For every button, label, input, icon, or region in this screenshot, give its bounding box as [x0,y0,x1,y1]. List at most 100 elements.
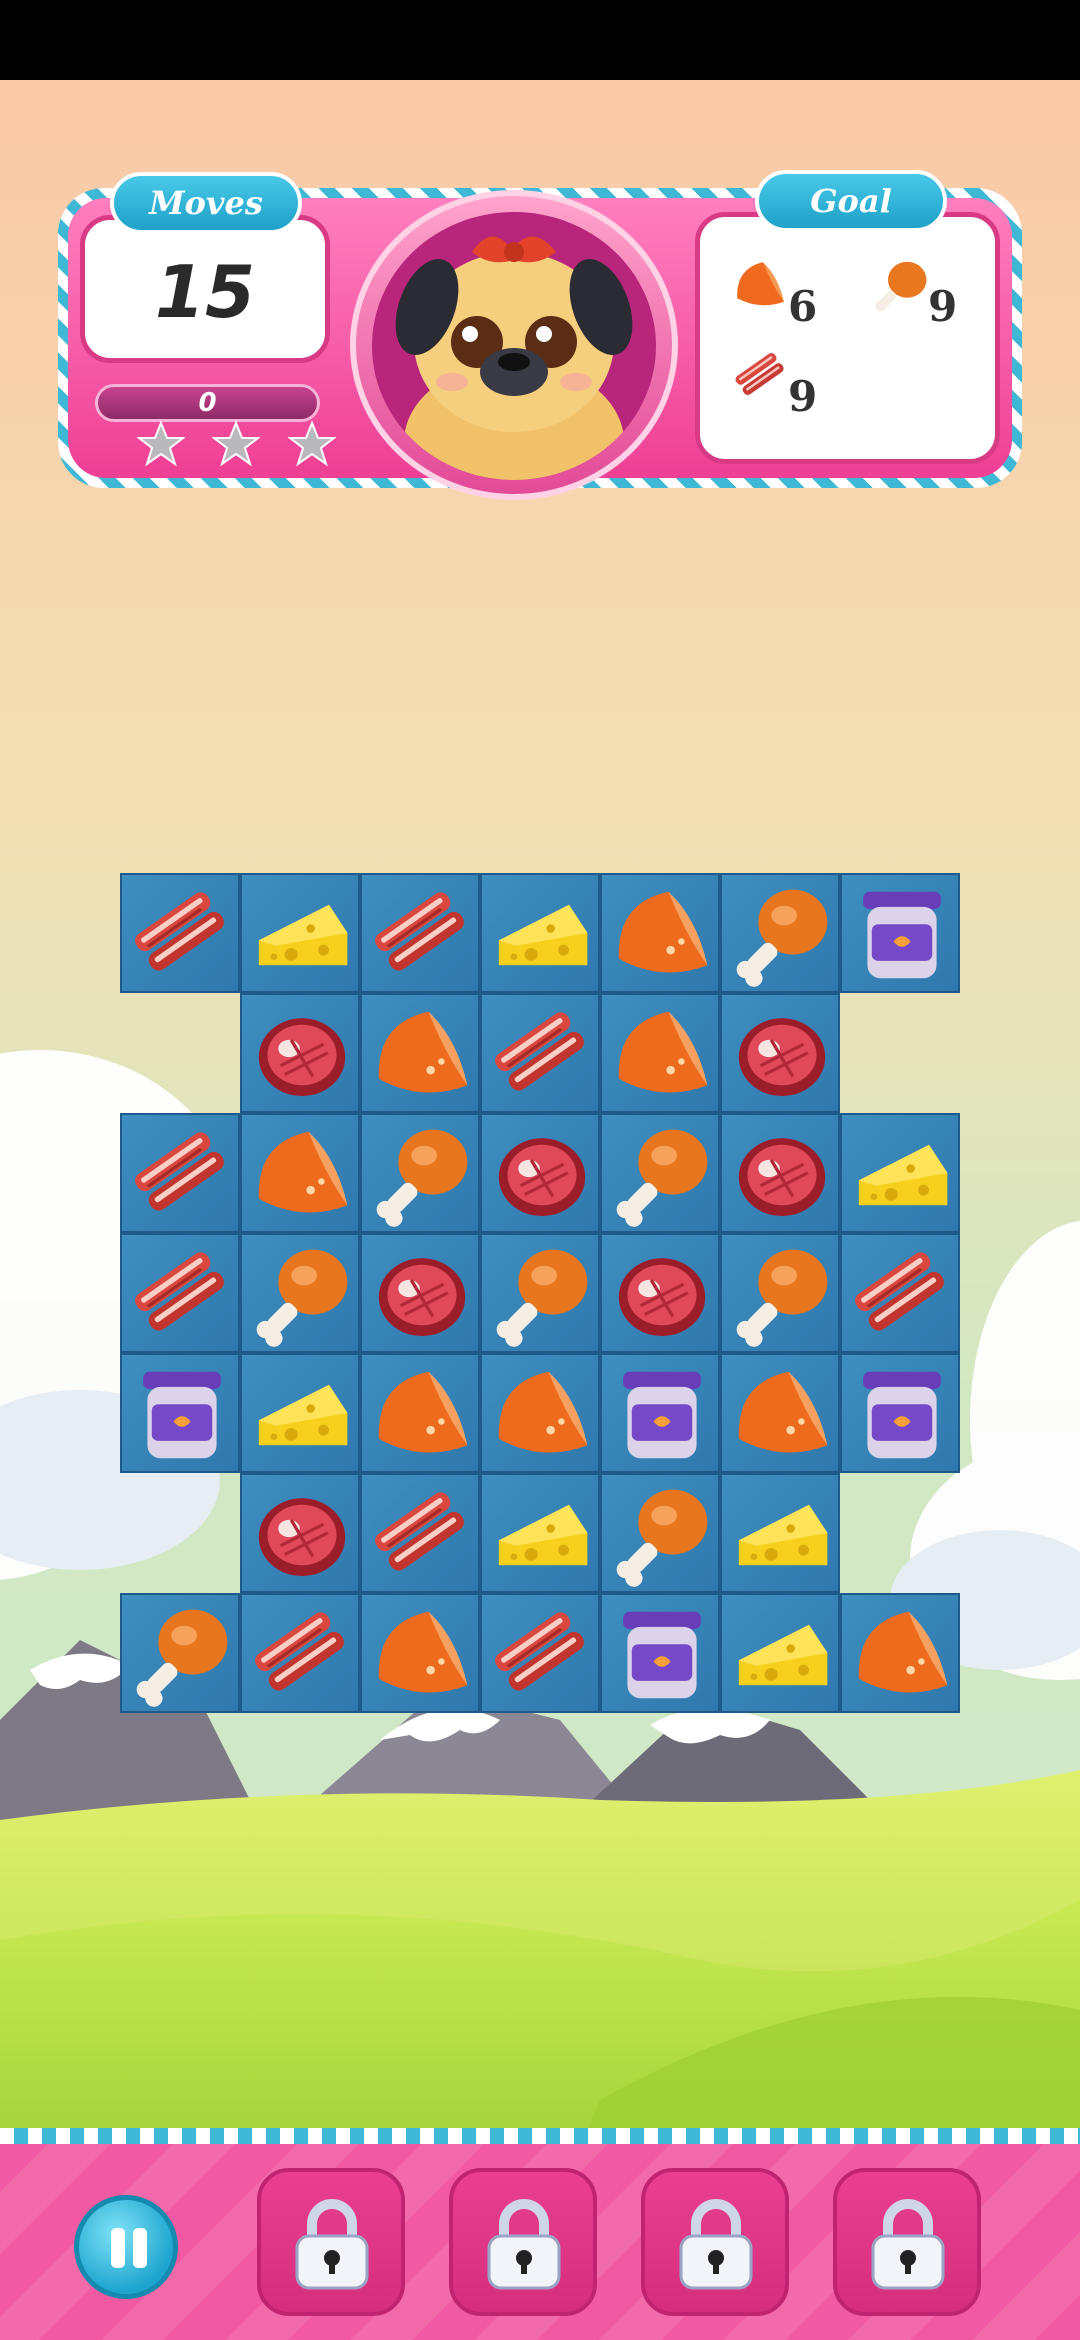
goal-chicken-leg-icon [875,261,927,312]
jar-icon [143,1371,221,1459]
board-cell[interactable] [480,1473,600,1593]
board-cell[interactable] [360,873,480,993]
board-cell[interactable] [480,1113,600,1233]
bacon-icon [855,1252,944,1331]
bacon-icon [495,1012,584,1091]
board-cell[interactable] [240,1233,360,1353]
star-2-icon [212,420,260,467]
board-cell[interactable] [600,1113,720,1233]
pause-icon [111,2228,125,2268]
jar-icon [863,891,941,979]
chicken-icon [136,1609,228,1707]
steak-icon [738,1018,826,1097]
board-cell[interactable] [720,1353,840,1473]
board-cell[interactable] [480,1353,600,1473]
bacon-icon [135,1252,224,1331]
steak-icon [258,1498,346,1577]
board-cell[interactable] [480,873,600,993]
booster-slot-2[interactable] [449,2168,597,2316]
pumpkin-icon [378,1011,468,1093]
board-cell[interactable] [720,1593,840,1713]
goal-bacon-icon [735,353,784,395]
board-cell[interactable] [120,873,240,993]
score-value: 0 [198,388,217,418]
goal-label: Goal [755,170,947,232]
cheese-icon [498,1504,588,1566]
chicken-icon [256,1249,348,1347]
pumpkin-icon [618,891,708,973]
chicken-icon [616,1129,708,1227]
goal-count-chicken-leg: 9 [928,282,958,331]
board-cell[interactable] [600,1233,720,1353]
cheese-icon [858,1144,948,1206]
board-cell[interactable] [840,1113,960,1233]
chicken-icon [736,889,828,987]
board-cell[interactable] [600,1593,720,1713]
moves-label: Moves [110,172,302,234]
pumpkin-icon [378,1611,468,1693]
board-cell[interactable] [360,1233,480,1353]
bacon-icon [375,1492,464,1571]
board-cell[interactable] [720,1473,840,1593]
bacon-icon [135,892,224,971]
board-cell[interactable] [120,1593,240,1713]
booster-slot-1[interactable] [257,2168,405,2316]
jar-icon [623,1371,701,1459]
cheese-icon [258,904,348,966]
board-cell[interactable] [360,1473,480,1593]
board-cell[interactable] [360,1593,480,1713]
board-cell[interactable] [840,1353,960,1473]
booster-slot-3[interactable] [641,2168,789,2316]
board-cell[interactable] [360,993,480,1113]
cheese-icon [258,1384,348,1446]
booster-slot-4[interactable] [833,2168,981,2316]
board-cell[interactable] [240,1473,360,1593]
board-cell[interactable] [240,993,360,1113]
board-cell[interactable] [360,1353,480,1473]
board-cell[interactable] [720,1233,840,1353]
game-board [120,873,960,1713]
pumpkin-icon [378,1371,468,1453]
board-cell[interactable] [720,993,840,1113]
bacon-icon [495,1612,584,1691]
lock-icon [871,2199,945,2290]
board-cell[interactable] [600,1353,720,1473]
board-cell[interactable] [840,1233,960,1353]
board-cell[interactable] [840,873,960,993]
board-cell[interactable] [480,1593,600,1713]
pug-avatar [372,212,656,480]
cheese-icon [738,1624,828,1686]
steak-icon [378,1258,466,1337]
chicken-icon [496,1249,588,1347]
board-cell[interactable] [840,1593,960,1713]
board-cell[interactable] [600,993,720,1113]
board-cell[interactable] [720,873,840,993]
bacon-icon [255,1612,344,1691]
steak-icon [258,1018,346,1097]
board-cell[interactable] [120,1353,240,1473]
board-cell[interactable] [120,1113,240,1233]
moves-value: 15 [154,250,256,334]
goal-count-pumpkin: 6 [788,282,818,331]
board-cell[interactable] [240,1353,360,1473]
board-cell[interactable] [720,1113,840,1233]
score-progress-bar: 0 [95,384,320,422]
pause-button[interactable] [74,2195,178,2299]
board-cell[interactable] [480,1233,600,1353]
board-cell[interactable] [240,1593,360,1713]
board-cell[interactable] [120,1233,240,1353]
pumpkin-icon [618,1011,708,1093]
board-cell[interactable] [480,993,600,1113]
board-cell[interactable] [360,1113,480,1233]
steak-icon [738,1138,826,1217]
steak-icon [498,1138,586,1217]
goal-pumpkin-icon [737,262,784,306]
pumpkin-icon [738,1371,828,1453]
chicken-icon [736,1249,828,1347]
board-cell[interactable] [600,873,720,993]
board-cell[interactable] [600,1473,720,1593]
toolbar-border [0,2128,1080,2144]
goal-panel: 6 9 9 [695,212,1000,464]
board-cell[interactable] [240,873,360,993]
board-cell[interactable] [240,1113,360,1233]
